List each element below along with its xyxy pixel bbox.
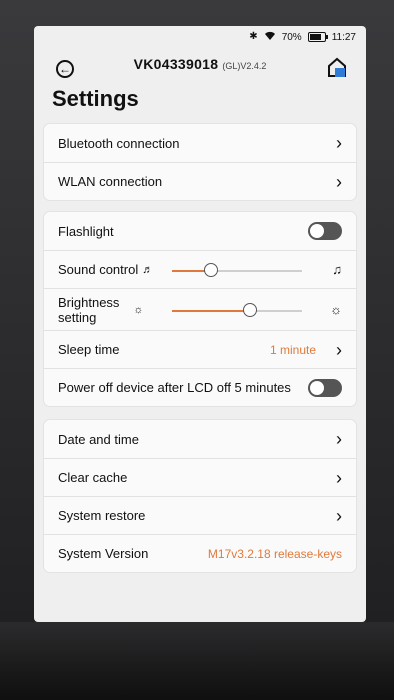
chevron-right-icon: › bbox=[336, 171, 342, 192]
serial-number: VK04339018 bbox=[133, 56, 219, 72]
bluetooth-icon: ✱ bbox=[249, 31, 258, 42]
system-restore-row[interactable]: System restore › bbox=[44, 496, 356, 534]
clear-cache-row[interactable]: Clear cache › bbox=[44, 458, 356, 496]
bluetooth-connection-row[interactable]: Bluetooth connection › bbox=[44, 124, 356, 162]
page-title: Settings bbox=[52, 86, 139, 111]
battery-percent: 70% bbox=[281, 31, 302, 43]
date-time-label: Date and time bbox=[58, 431, 139, 447]
home-button[interactable] bbox=[326, 56, 348, 80]
system-card: Date and time › Clear cache › System res… bbox=[44, 420, 356, 572]
flashlight-row: Flashlight bbox=[44, 212, 356, 250]
sound-control-label: Sound control bbox=[58, 262, 139, 277]
sleep-time-row[interactable]: Sleep time 1 minute › bbox=[44, 330, 356, 368]
device-bezel bbox=[0, 622, 394, 700]
clock: 11:27 bbox=[331, 31, 356, 43]
chevron-right-icon: › bbox=[336, 339, 342, 360]
sound-control-row: Sound control ♬ ♫ bbox=[44, 250, 356, 288]
bluetooth-connection-label: Bluetooth connection bbox=[58, 135, 180, 151]
chevron-right-icon: › bbox=[336, 133, 342, 153]
wifi-icon bbox=[264, 31, 276, 44]
sun-small-icon: ☼ bbox=[133, 303, 144, 316]
battery-icon bbox=[307, 32, 328, 42]
clear-cache-label: Clear cache bbox=[58, 470, 128, 485]
status-bar: ✱ 70% 11:27 bbox=[34, 26, 366, 48]
chevron-right-icon: › bbox=[336, 467, 342, 488]
system-version-label: System Version bbox=[58, 546, 149, 561]
sound-slider[interactable] bbox=[172, 262, 302, 277]
power-off-toggle[interactable] bbox=[308, 378, 342, 397]
brightness-slider-fill bbox=[172, 309, 250, 312]
brightness-slider[interactable] bbox=[172, 302, 302, 317]
power-off-row: Power off device after LCD off 5 minutes bbox=[44, 368, 356, 406]
brightness-label: Brightness setting bbox=[58, 295, 119, 325]
wlan-connection-label: WLAN connection bbox=[58, 174, 163, 189]
sleep-time-value: 1 minute bbox=[269, 342, 316, 357]
device-frame: ✱ 70% 11:27 ← VK04339018(GL)V2.4.2 Sett bbox=[0, 0, 394, 700]
system-restore-label: System restore bbox=[58, 508, 146, 523]
brightness-slider-thumb[interactable] bbox=[243, 302, 257, 317]
brightness-label-line1: Brightness bbox=[58, 294, 120, 310]
flashlight-label: Flashlight bbox=[58, 223, 114, 239]
music-note-icon: ♫ bbox=[332, 262, 342, 277]
top-bar: ← VK04339018 (GL)V2.4.2 bbox=[34, 52, 366, 88]
flashlight-toggle[interactable] bbox=[308, 222, 342, 240]
system-version-value: M17v3.2.18 release-keys bbox=[207, 546, 342, 561]
power-off-label: Power off device after LCD off 5 minutes bbox=[58, 380, 291, 395]
sound-slider-thumb[interactable] bbox=[204, 262, 218, 277]
chevron-right-icon: › bbox=[336, 429, 342, 449]
brightness-row: Brightness setting ☼ ☼ bbox=[44, 288, 356, 330]
device-settings-card: Flashlight Sound control ♬ ♫ Brightness bbox=[44, 212, 356, 406]
sun-icon: ☼ bbox=[330, 302, 342, 317]
home-icon bbox=[328, 57, 346, 77]
wlan-connection-row[interactable]: WLAN connection › bbox=[44, 162, 356, 200]
brightness-label-line2: setting bbox=[58, 309, 97, 325]
firmware-version: (GL)V2.4.2 bbox=[222, 61, 267, 71]
chevron-right-icon: › bbox=[336, 505, 342, 526]
date-time-row[interactable]: Date and time › bbox=[44, 420, 356, 458]
system-version-row: System Version M17v3.2.18 release-keys bbox=[44, 534, 356, 572]
device-title: VK04339018 (GL)V2.4.2 bbox=[34, 56, 366, 72]
screen: ✱ 70% 11:27 ← VK04339018(GL)V2.4.2 Sett bbox=[34, 26, 366, 622]
music-note-icon: ♬ bbox=[142, 263, 154, 276]
sleep-time-label: Sleep time bbox=[58, 342, 120, 357]
connections-card: Bluetooth connection › WLAN connection › bbox=[44, 124, 356, 200]
